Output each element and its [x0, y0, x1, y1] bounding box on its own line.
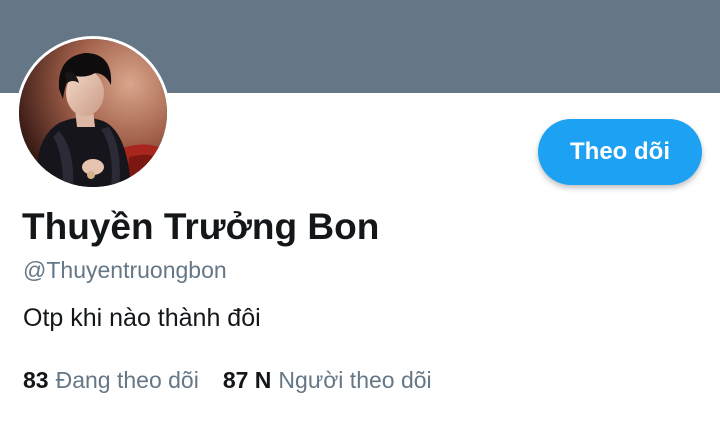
followers-stat-link[interactable]: 87 N Người theo dõi: [223, 367, 432, 394]
followers-count: 87 N: [222, 367, 272, 393]
following-label: Đang theo dõi: [55, 367, 199, 393]
following-stat-link[interactable]: 83 Đang theo dõi: [23, 367, 199, 394]
avatar-photo: [19, 39, 167, 187]
profile-handle: @Thuyentruongbon: [23, 257, 227, 283]
profile-page: Theo dõi Thuyền Trưởng Bon @Thuyentruong…: [0, 0, 720, 426]
avatar[interactable]: [16, 36, 170, 190]
avatar-photo-art: [19, 39, 167, 187]
following-count: 83: [23, 367, 49, 393]
profile-bio: Otp khi nào thành đôi: [23, 304, 261, 332]
followers-label: Người theo dõi: [278, 367, 432, 393]
profile-display-name: Thuyền Trưởng Bon: [22, 206, 380, 247]
profile-stats: 83 Đang theo dõi 87 N Người theo dõi: [23, 367, 432, 394]
follow-button[interactable]: Theo dõi: [538, 119, 702, 185]
